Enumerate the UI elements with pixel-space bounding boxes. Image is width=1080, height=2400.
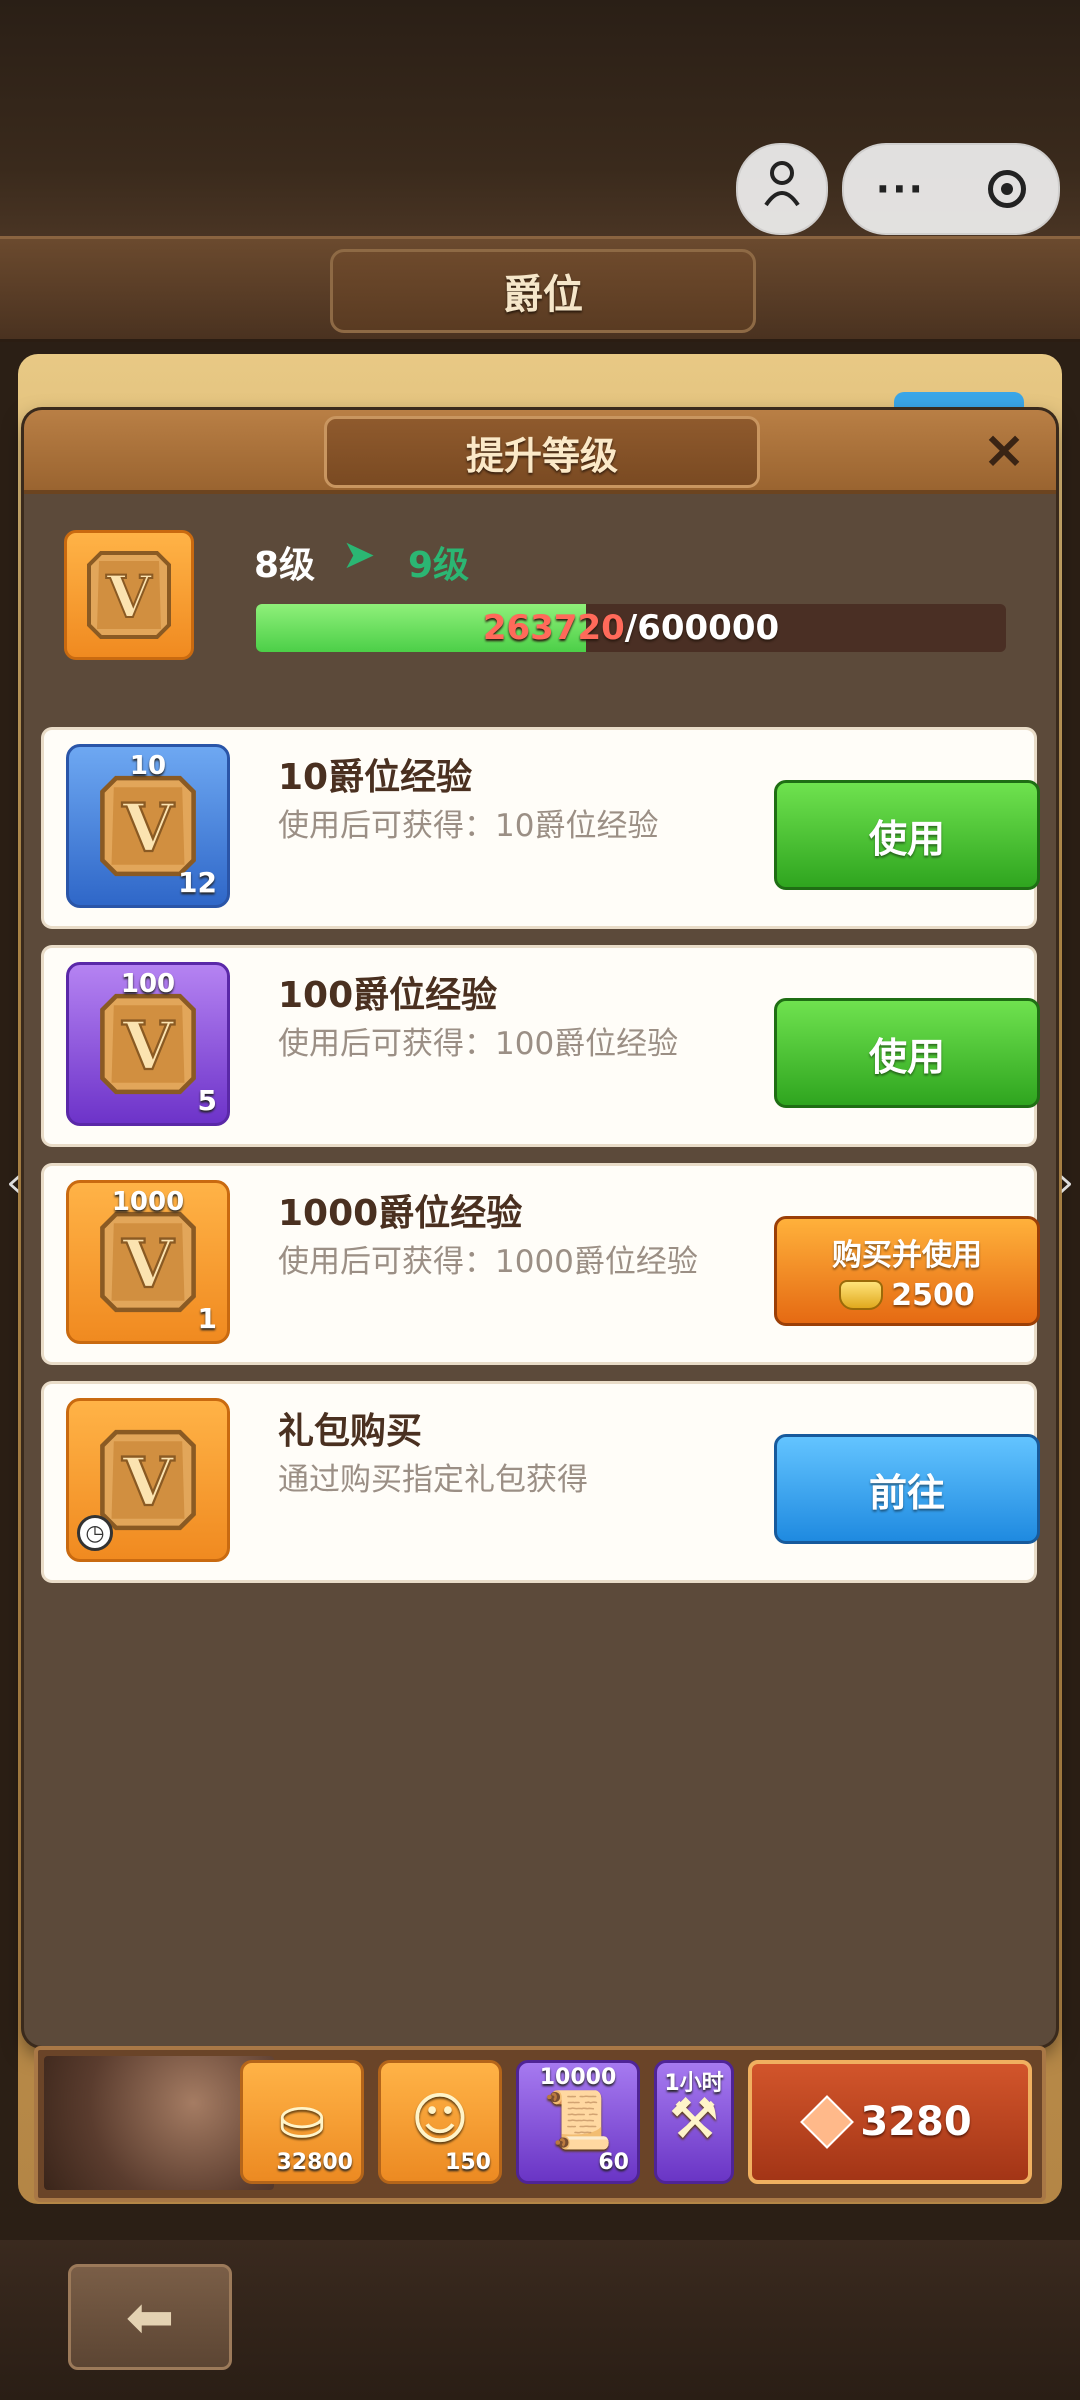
next-level: 9级 bbox=[408, 545, 470, 586]
hammer-slot[interactable]: 1小时 ⚒ bbox=[654, 2060, 734, 2184]
upgrade-modal: 提升等级 × V 8级 ➤ 9级 263720/600000 V 10 12 1… bbox=[24, 410, 1056, 2046]
back-button[interactable]: ⬅ bbox=[68, 2264, 232, 2370]
modal-header: 提升等级 × bbox=[24, 410, 1056, 494]
price-value: 2500 bbox=[891, 1277, 975, 1313]
item-count: 5 bbox=[197, 1084, 217, 1117]
mini-program-capsule: ··· bbox=[842, 143, 1060, 235]
back-arrow-icon: ⬅ bbox=[125, 2283, 175, 2351]
item-name: 礼包购买 bbox=[278, 1411, 423, 1452]
price-row: 2500 bbox=[839, 1278, 975, 1313]
page-title-bar: 爵位 bbox=[0, 236, 1080, 342]
use-button[interactable]: 使用 bbox=[774, 998, 1040, 1108]
item-count: 1 bbox=[197, 1302, 217, 1335]
clock-icon: ◷ bbox=[77, 1515, 113, 1551]
exp-text: 263720/600000 bbox=[256, 604, 1006, 652]
item-badge: 100 bbox=[120, 969, 176, 999]
gem-balance-button[interactable]: 3280 bbox=[748, 2060, 1032, 2184]
hero-shard-slot[interactable]: ☺ 150 bbox=[378, 2060, 502, 2184]
exp-item-icon: V ◷ bbox=[66, 1398, 230, 1562]
exp-item-icon: V 100 5 bbox=[66, 962, 230, 1126]
gem-amount: 3280 bbox=[860, 2099, 972, 2145]
item-badge: 1000 bbox=[111, 1187, 185, 1217]
item-name: 10爵位经验 bbox=[278, 757, 473, 798]
more-icon[interactable]: ··· bbox=[876, 167, 925, 211]
exp-current: 263720 bbox=[482, 608, 625, 648]
token-letter: V bbox=[121, 1007, 175, 1085]
hero-shard-amount: 150 bbox=[445, 2150, 491, 2175]
item-name: 1000爵位经验 bbox=[278, 1193, 523, 1234]
left-scroll-arrow-icon: ‹ bbox=[6, 1160, 22, 1206]
use-button[interactable]: 使用 bbox=[774, 780, 1040, 890]
item-desc: 使用后可获得：1000爵位经验 bbox=[278, 1244, 698, 1280]
list-item: V 1000 1 1000爵位经验 使用后可获得：1000爵位经验 购买并使用 … bbox=[44, 1166, 1040, 1362]
user-icon bbox=[760, 159, 804, 220]
close-miniprogram-icon[interactable] bbox=[988, 170, 1027, 208]
gem-icon bbox=[800, 2095, 855, 2149]
right-scroll-arrow-icon: › bbox=[1058, 1160, 1074, 1206]
scroll-icon: 📜 bbox=[543, 2088, 613, 2153]
modal-title: 提升等级 bbox=[324, 416, 760, 488]
goto-button[interactable]: 前往 bbox=[774, 1434, 1040, 1544]
gold-amount: 32800 bbox=[276, 2150, 353, 2175]
rank-token-icon: V bbox=[64, 530, 194, 660]
close-icon[interactable]: × bbox=[972, 418, 1036, 482]
gold-slot[interactable]: ⛀ 32800 bbox=[240, 2060, 364, 2184]
current-level: 8级 bbox=[254, 545, 316, 586]
mini-program-user-button[interactable] bbox=[736, 143, 828, 235]
item-desc: 使用后可获得：100爵位经验 bbox=[278, 1026, 679, 1062]
arrow-right-icon: ➤ bbox=[342, 532, 376, 578]
item-count: 12 bbox=[178, 866, 217, 899]
token-letter: V bbox=[121, 1225, 175, 1303]
resource-bar: ⛀ 32800 ☺ 150 10000 📜 60 1小时 ⚒ 3280 bbox=[34, 2046, 1046, 2202]
scroll-amount: 60 bbox=[598, 2150, 629, 2175]
page-title: 爵位 bbox=[330, 249, 756, 333]
token-letter: V bbox=[121, 1443, 175, 1521]
item-badge: 10 bbox=[129, 751, 167, 781]
hero-shard-icon: ☺ bbox=[410, 2087, 470, 2152]
item-desc: 使用后可获得：10爵位经验 bbox=[278, 808, 659, 844]
bottom-bar: ⬅ bbox=[0, 2240, 1080, 2400]
item-desc: 通过购买指定礼包获得 bbox=[278, 1462, 588, 1498]
list-item: V ◷ 礼包购买 通过购买指定礼包获得 前往 bbox=[44, 1384, 1040, 1580]
exp-item-icon: V 10 12 bbox=[66, 744, 230, 908]
token-letter: V bbox=[105, 563, 152, 631]
list-item: V 100 5 100爵位经验 使用后可获得：100爵位经验 使用 bbox=[44, 948, 1040, 1144]
buy-and-use-label: 购买并使用 bbox=[832, 1237, 982, 1273]
exp-item-icon: V 1000 1 bbox=[66, 1180, 230, 1344]
hammer-icon: ⚒ bbox=[668, 2087, 720, 2152]
exp-total: /600000 bbox=[624, 608, 780, 648]
item-name: 100爵位经验 bbox=[278, 975, 498, 1016]
token-letter: V bbox=[121, 789, 175, 867]
gold-ingot-icon: ⛀ bbox=[278, 2087, 326, 2152]
gold-ingot-icon bbox=[839, 1280, 884, 1310]
scroll-slot[interactable]: 10000 📜 60 bbox=[516, 2060, 640, 2184]
list-item: V 10 12 10爵位经验 使用后可获得：10爵位经验 使用 bbox=[44, 730, 1040, 926]
exp-progress-bar: 263720/600000 bbox=[256, 604, 1006, 652]
buy-and-use-button[interactable]: 购买并使用 2500 bbox=[774, 1216, 1040, 1326]
